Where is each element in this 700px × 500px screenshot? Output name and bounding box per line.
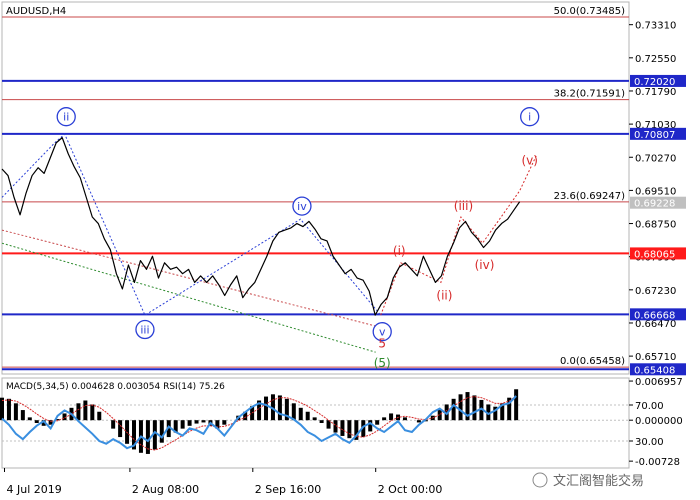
fib-level-label: 23.6(0.69247) [554, 191, 626, 202]
wave-label: iii [140, 324, 149, 337]
main-plot-frame [1, 1, 630, 375]
indicator-title: MACD(5,34,5) 0.004628 0.003054 RSI(14) 7… [6, 382, 225, 392]
fib-level-label: 50.0(0.73485) [554, 6, 626, 17]
price-tick-label: 0.67230 [635, 286, 676, 297]
price-tick-label: 0.69510 [635, 186, 676, 197]
indicator-tick-label: 30.00 [635, 437, 664, 448]
watermark-text: 文汇阁智能交易 [553, 473, 644, 489]
wave-labels: iiiiiivv5(5)(i)(ii)(iii)(iv)(v)i [56, 107, 540, 370]
wave-label: iv [297, 200, 307, 213]
wave-label: (iv) [475, 258, 495, 272]
fib-level-label: 0.0(0.65458) [560, 356, 625, 367]
price-tick-label: 0.72550 [635, 54, 676, 65]
wave-lines [1, 133, 537, 316]
trend-line [1, 229, 376, 327]
price-tick-label: 0.70270 [635, 153, 676, 164]
level-price-label: 0.65408 [634, 365, 675, 376]
indicator-tick-label: 0.000000 [635, 416, 683, 427]
price-tick-label: 0.68750 [635, 220, 676, 231]
wave-line [1, 133, 382, 316]
wave-label: ii [63, 111, 69, 124]
date-tick-label: 2 Oct 00:00 [378, 483, 443, 496]
indicator-series [0, 389, 629, 454]
wave-label: (5) [374, 356, 391, 370]
date-axis: 4 Jul 2019 2 Aug 08:00 2 Sep 16:00 2 Oct 00… [4, 468, 443, 496]
level-price-label: 0.66668 [634, 310, 675, 321]
wave-label: 5 [378, 336, 386, 350]
price-tick-label: 0.71790 [635, 87, 676, 98]
indicator-axis: 0.006957 70.00 0.000000 30.00 -0.00728 [629, 377, 683, 468]
fib-level-label: 38.2(0.71591) [554, 89, 626, 100]
indicator-tick-label: -0.00728 [635, 457, 680, 468]
date-tick-label: 4 Jul 2019 [7, 483, 62, 496]
horizontal-levels [2, 16, 629, 371]
level-price-label: 0.68065 [634, 249, 675, 260]
watermark-logo-icon [532, 472, 548, 488]
wave-label: (iii) [454, 199, 473, 213]
indicator-tick-label: 0.006957 [635, 377, 683, 388]
wave-label: i [528, 111, 531, 124]
indicator-tick-label: 70.00 [635, 401, 664, 412]
date-tick-label: 2 Sep 16:00 [255, 483, 321, 496]
date-tick-label: 2 Aug 08:00 [132, 483, 199, 496]
chart-title: AUDUSD,H4 [6, 6, 66, 17]
level-price-label: 0.70807 [634, 130, 675, 141]
wave-line [380, 155, 537, 316]
price-tick-label: 0.65710 [635, 352, 676, 363]
wave-label: (v) [521, 153, 537, 167]
wave-label: (ii) [436, 289, 452, 303]
watermark: 文汇阁智能交易 [532, 472, 644, 489]
trend-lines [1, 229, 376, 353]
chart-canvas: iiiiiivv5(5)(i)(ii)(iii)(iv)(v)i 0.73310… [0, 1, 686, 496]
level-price-label: 0.72020 [634, 77, 675, 88]
trend-line [1, 242, 376, 353]
wave-label: (i) [393, 244, 406, 258]
price-tick-label: 0.73310 [635, 21, 676, 32]
current-price-label: 0.69228 [634, 199, 675, 210]
